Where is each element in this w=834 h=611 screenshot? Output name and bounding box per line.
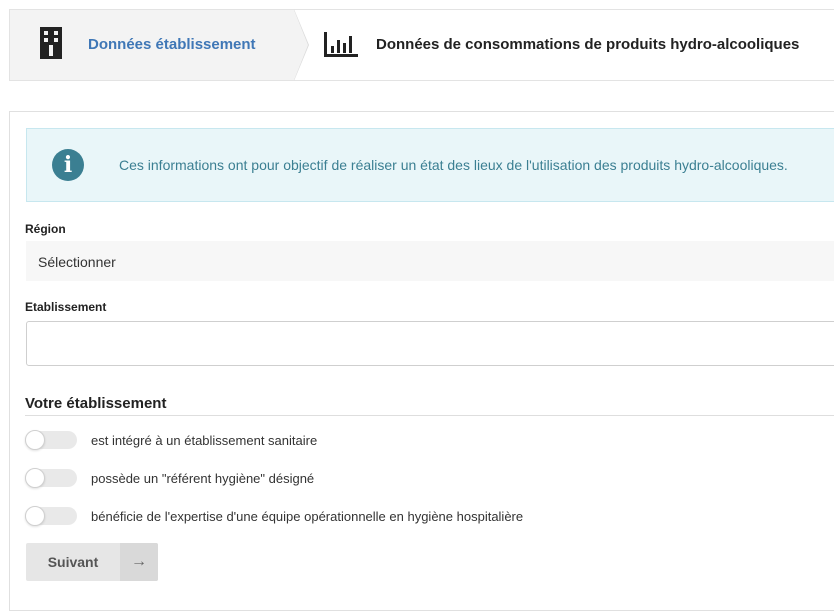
step-label: Données de consommations de produits hyd… [376, 36, 800, 53]
form-card: i Ces informations ont pour objectif de … [9, 111, 834, 611]
etablissement-label: Etablissement [25, 300, 107, 314]
toggle-switch[interactable] [25, 468, 77, 488]
info-icon: i [52, 149, 84, 181]
arrow-right-icon: → [120, 543, 158, 581]
toggle-knob [25, 430, 45, 450]
toggle-row-expertise: bénéficie de l'expertise d'une équipe op… [25, 506, 825, 528]
toggle-switch[interactable] [25, 506, 77, 526]
info-banner: i Ces informations ont pour objectif de … [26, 128, 834, 202]
section-divider [25, 415, 834, 416]
bar-chart-icon [324, 32, 358, 63]
toggle-knob [25, 506, 45, 526]
step-separator-fill [294, 10, 308, 80]
toggle-knob [25, 468, 45, 488]
toggle-switch[interactable] [25, 430, 77, 450]
next-button-label: Suivant [47, 554, 99, 570]
etablissement-input[interactable] [26, 321, 834, 366]
toggle-row-referent: possède un "référent hygiène" désigné [25, 468, 825, 490]
section-title: Votre établissement [25, 395, 167, 412]
toggle-row-sanitaire: est intégré à un établissement sanitaire [25, 430, 825, 452]
building-icon [38, 27, 64, 64]
region-select-value: Sélectionner [38, 254, 116, 270]
toggle-label: est intégré à un établissement sanitaire [91, 433, 318, 448]
toggle-label: bénéficie de l'expertise d'une équipe op… [91, 509, 524, 524]
stepper: Données établissement Données de consomm… [9, 9, 834, 81]
step-donnees-etablissement[interactable]: Données établissement [10, 10, 294, 80]
step-label: Données établissement [88, 36, 256, 53]
info-text: Ces informations ont pour objectif de ré… [119, 157, 788, 173]
region-label: Région [25, 222, 66, 236]
toggle-label: possède un "référent hygiène" désigné [91, 471, 315, 486]
next-button[interactable]: Suivant → [26, 543, 158, 581]
region-select[interactable]: Sélectionner [26, 241, 834, 281]
